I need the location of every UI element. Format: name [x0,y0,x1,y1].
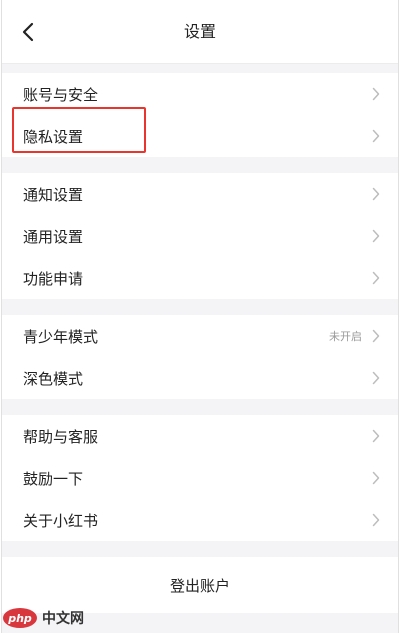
chevron-right-icon [372,87,380,101]
settings-group-about: 帮助与客服 鼓励一下 关于小红书 [2,415,398,541]
row-label: 关于小红书 [23,511,99,530]
svg-text:php: php [7,612,32,625]
row-label: 深色模式 [23,369,84,388]
chevron-right-icon [372,187,380,201]
chevron-right-icon [372,271,380,285]
logout-button[interactable]: 登出账户 [2,557,398,613]
chevron-right-icon [372,371,380,385]
row-label: 账号与安全 [23,85,99,104]
chevron-right-icon [372,429,380,443]
page-title: 设置 [183,22,216,41]
row-label: 隐私设置 [23,127,84,146]
chevron-right-icon [372,513,380,527]
row-label: 通用设置 [23,227,84,246]
row-encourage[interactable]: 鼓励一下 [2,457,398,499]
chevron-right-icon [372,229,380,243]
row-notification-settings[interactable]: 通知设置 [2,173,398,215]
settings-group-account: 账号与安全 隐私设置 [2,73,398,157]
chevron-right-icon [372,471,380,485]
row-teen-mode[interactable]: 青少年模式 未开启 [2,315,398,357]
row-account-security[interactable]: 账号与安全 [2,73,398,115]
nav-bar: 设置 [2,0,398,64]
settings-group-modes: 青少年模式 未开启 深色模式 [2,315,398,399]
settings-group-general: 通知设置 通用设置 功能申请 [2,173,398,299]
row-privacy-settings[interactable]: 隐私设置 [2,115,398,157]
watermark-text: 中文网 [42,611,84,627]
row-label: 通知设置 [23,185,84,204]
row-help-support[interactable]: 帮助与客服 [2,415,398,457]
row-label: 鼓励一下 [23,469,84,488]
row-label: 功能申请 [23,269,84,288]
row-about[interactable]: 关于小红书 [2,499,398,541]
status-text: 未开启 [329,330,362,343]
row-label: 青少年模式 [23,327,99,346]
row-general-settings[interactable]: 通用设置 [2,215,398,257]
php-logo-icon: php [3,608,37,628]
row-dark-mode[interactable]: 深色模式 [2,357,398,399]
chevron-right-icon [372,329,380,343]
chevron-right-icon [372,129,380,143]
row-label: 帮助与客服 [23,427,99,446]
watermark: php 中文网 [2,607,84,629]
row-feature-request[interactable]: 功能申请 [2,257,398,299]
logout-label: 登出账户 [169,576,230,595]
settings-screen: 设置 账号与安全 隐私设置 通知设置 通用设置 功能申请 青少年模式 未开启 深… [1,0,399,633]
